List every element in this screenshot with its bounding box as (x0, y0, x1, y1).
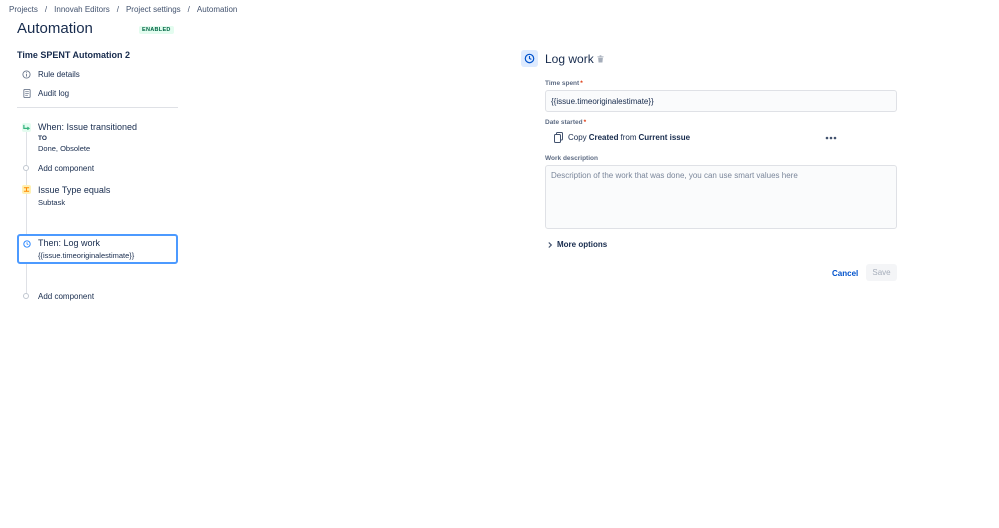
breadcrumb-separator: / (44, 5, 48, 14)
copy-prefix: Copy (568, 133, 587, 142)
time-spent-label: Time spent* (545, 80, 583, 87)
rule-details-link[interactable]: Rule details (22, 70, 80, 79)
save-button[interactable]: Save (866, 264, 897, 281)
rule-details-label: Rule details (38, 70, 80, 79)
copy-from: from (620, 133, 637, 142)
panel-title: Log work (545, 52, 594, 66)
add-component-dot (23, 293, 29, 299)
breadcrumb-project[interactable]: Innovah Editors (54, 5, 110, 14)
action-title: Then: Log work (38, 238, 101, 248)
clock-icon (521, 50, 538, 67)
trash-icon[interactable] (596, 54, 604, 63)
add-component-button[interactable]: Add component (38, 164, 94, 173)
status-badge: ENABLED (139, 26, 174, 34)
condition-icon (22, 185, 31, 194)
breadcrumb-project-settings[interactable]: Project settings (126, 5, 181, 14)
time-spent-input[interactable] (545, 90, 897, 112)
date-started-value[interactable]: Copy Created from Current issue (554, 132, 692, 143)
work-description-input[interactable] (545, 165, 897, 229)
add-component-button[interactable]: Add component (38, 292, 94, 301)
add-component-dot (23, 165, 29, 171)
date-started-label: Date started* (545, 119, 587, 126)
clock-icon (22, 239, 31, 248)
breadcrumb-automation[interactable]: Automation (197, 5, 237, 14)
info-icon (22, 70, 31, 79)
audit-log-link[interactable]: Audit log (22, 89, 69, 98)
breadcrumb-projects[interactable]: Projects (9, 5, 38, 14)
copy-field: Created (588, 133, 619, 142)
more-options-label: More options (557, 240, 608, 249)
rule-name: Time SPENT Automation 2 (17, 50, 131, 60)
page-title: Automation (17, 20, 93, 37)
more-icon[interactable] (824, 132, 838, 144)
divider (17, 107, 178, 108)
audit-log-label: Audit log (38, 89, 70, 98)
work-description-label: Work description (545, 155, 598, 162)
document-icon (22, 89, 31, 98)
action-value: {{issue.timeoriginalestimate}} (38, 251, 135, 260)
trigger-to-label: TO (38, 135, 47, 142)
trigger-statuses: Done, Obsolete (38, 144, 91, 153)
breadcrumb-separator: / (116, 5, 119, 14)
more-options-toggle[interactable]: More options (546, 240, 607, 249)
trigger-title[interactable]: When: Issue transitioned (38, 122, 137, 132)
rule-flow-line (26, 132, 27, 297)
chevron-right-icon (546, 241, 554, 249)
condition-title[interactable]: Issue Type equals (38, 185, 110, 195)
condition-value: Subtask (38, 198, 66, 207)
trigger-icon (22, 123, 31, 132)
copy-icon (554, 132, 563, 143)
breadcrumb-separator: / (187, 5, 190, 14)
breadcrumb: Projects / Innovah Editors / Project set… (9, 5, 237, 14)
copy-source: Current issue (638, 133, 691, 142)
cancel-button[interactable]: Cancel (826, 265, 864, 281)
